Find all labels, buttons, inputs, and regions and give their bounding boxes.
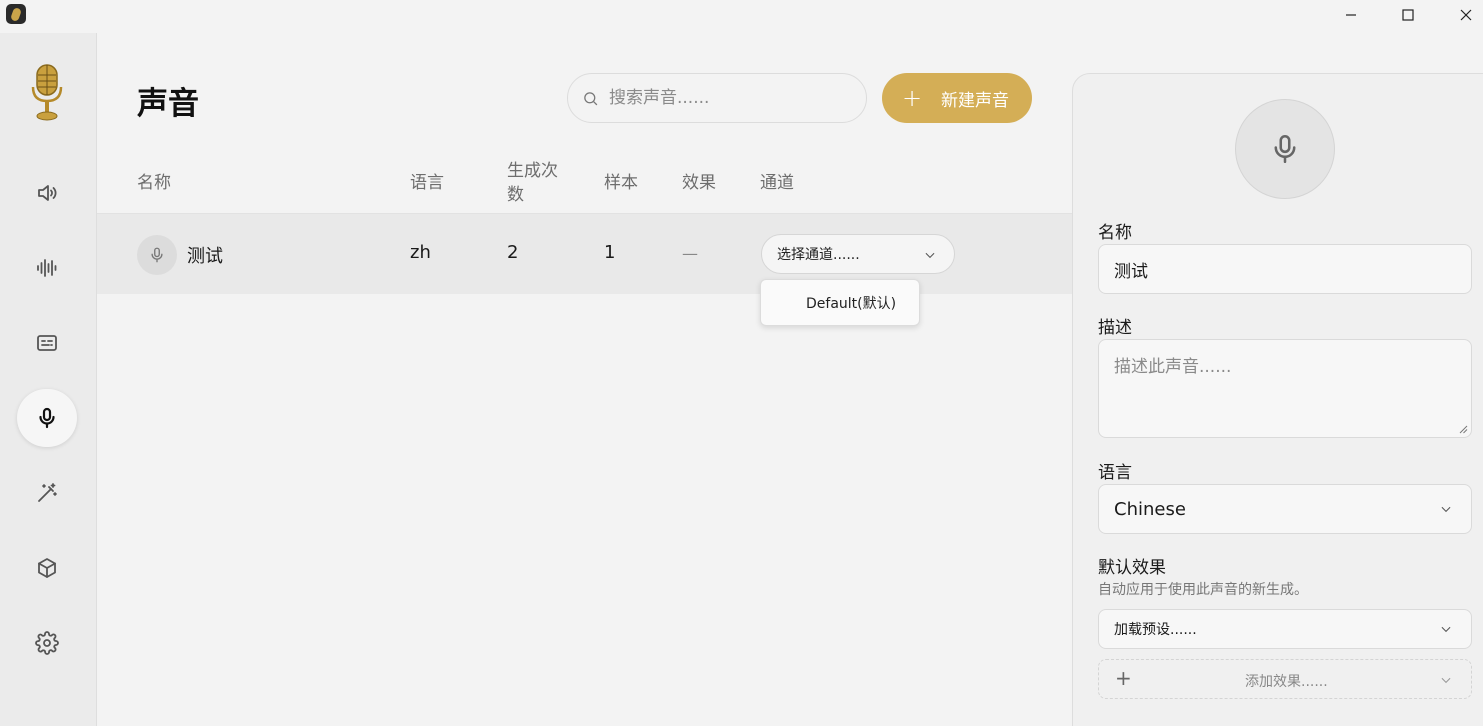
chevron-down-icon	[1441, 677, 1451, 684]
gear-icon	[35, 631, 59, 655]
voice-avatar-large[interactable]	[1235, 99, 1335, 199]
minimize-button[interactable]	[1328, 0, 1374, 30]
nav-speaker[interactable]	[17, 164, 77, 222]
language-select-value: Chinese	[1114, 498, 1186, 520]
app-logo	[31, 64, 63, 121]
new-voice-button-label: 新建声音	[941, 90, 1009, 111]
search-input[interactable]	[609, 88, 849, 108]
table-header: 名称 语言 生成次 数 样本 效果 通道	[97, 150, 1072, 214]
default-effects-label: 默认效果	[1098, 558, 1166, 578]
page-title: 声音	[137, 86, 199, 122]
speaker-icon	[38, 185, 57, 201]
new-voice-button[interactable]: + 新建声音	[882, 73, 1032, 123]
add-effect-label: 添加效果......	[1245, 674, 1328, 690]
subtitles-icon	[37, 335, 57, 351]
column-header-effects[interactable]: 效果	[682, 171, 716, 195]
waveform-icon	[37, 259, 57, 277]
minimize-icon	[1346, 14, 1356, 16]
column-header-channel[interactable]: 通道	[760, 171, 794, 195]
column-header-generations-line2: 数	[507, 185, 524, 205]
channel-select[interactable]: 选择通道......	[761, 234, 955, 274]
column-header-generations-line1: 生成次	[507, 161, 558, 181]
name-label: 名称	[1098, 223, 1132, 243]
sidebar	[0, 33, 97, 726]
preset-select-value: 加载预设......	[1114, 622, 1197, 638]
voice-avatar	[137, 235, 177, 275]
resize-handle-icon[interactable]	[1459, 425, 1468, 434]
column-header-samples[interactable]: 样本	[604, 171, 638, 195]
nav-voices[interactable]	[17, 389, 77, 447]
title-bar	[0, 0, 1483, 33]
nav-waveform[interactable]	[17, 239, 77, 297]
search-box[interactable]	[567, 73, 867, 123]
column-header-generations[interactable]: 生成次 数	[507, 159, 558, 207]
voice-samples: 1	[604, 242, 616, 263]
cube-icon	[38, 558, 56, 578]
language-label: 语言	[1098, 463, 1132, 483]
nav-settings[interactable]	[17, 614, 77, 672]
channel-select-value: 选择通道......	[777, 247, 860, 263]
description-field[interactable]: 描述此声音......	[1098, 339, 1472, 438]
name-field-value: 测试	[1114, 261, 1148, 282]
description-label: 描述	[1098, 318, 1132, 338]
microphone-icon	[151, 247, 163, 263]
maximize-icon	[1402, 9, 1414, 21]
voice-generations: 2	[507, 242, 519, 263]
table-row[interactable]: 测试 zh 2 1 — 选择通道......	[97, 214, 1072, 294]
microphone-icon	[39, 407, 55, 429]
app-icon	[6, 4, 26, 24]
nav-effects[interactable]	[17, 464, 77, 522]
maximize-button[interactable]	[1385, 0, 1431, 30]
language-select[interactable]: Chinese	[1098, 484, 1472, 534]
close-button[interactable]	[1443, 0, 1483, 30]
nav-models[interactable]	[17, 539, 77, 597]
voice-effects: —	[682, 244, 698, 263]
close-icon	[1460, 9, 1472, 21]
name-field[interactable]: 测试	[1098, 244, 1472, 294]
add-effect-select[interactable]: + 添加效果......	[1098, 659, 1472, 699]
plus-icon: +	[902, 84, 923, 112]
voice-language: zh	[410, 242, 431, 263]
chevron-down-icon	[1441, 626, 1451, 633]
search-icon	[584, 91, 598, 105]
description-placeholder: 描述此声音......	[1114, 357, 1232, 377]
microphone-icon	[1274, 134, 1296, 164]
magic-wand-icon	[38, 483, 57, 502]
voice-name: 测试	[187, 246, 223, 267]
channel-dropdown-menu: Default(默认)	[760, 279, 920, 326]
chevron-down-icon	[1441, 506, 1451, 513]
column-header-name[interactable]: 名称	[137, 171, 171, 195]
chevron-down-icon	[925, 252, 935, 259]
column-header-language[interactable]: 语言	[410, 171, 444, 195]
default-effects-hint: 自动应用于使用此声音的新生成。	[1098, 582, 1308, 598]
nav-subtitles[interactable]	[17, 314, 77, 372]
plus-icon: +	[1115, 666, 1132, 690]
preset-select[interactable]: 加载预设......	[1098, 609, 1472, 649]
channel-option-default[interactable]: Default(默认)	[806, 293, 896, 313]
